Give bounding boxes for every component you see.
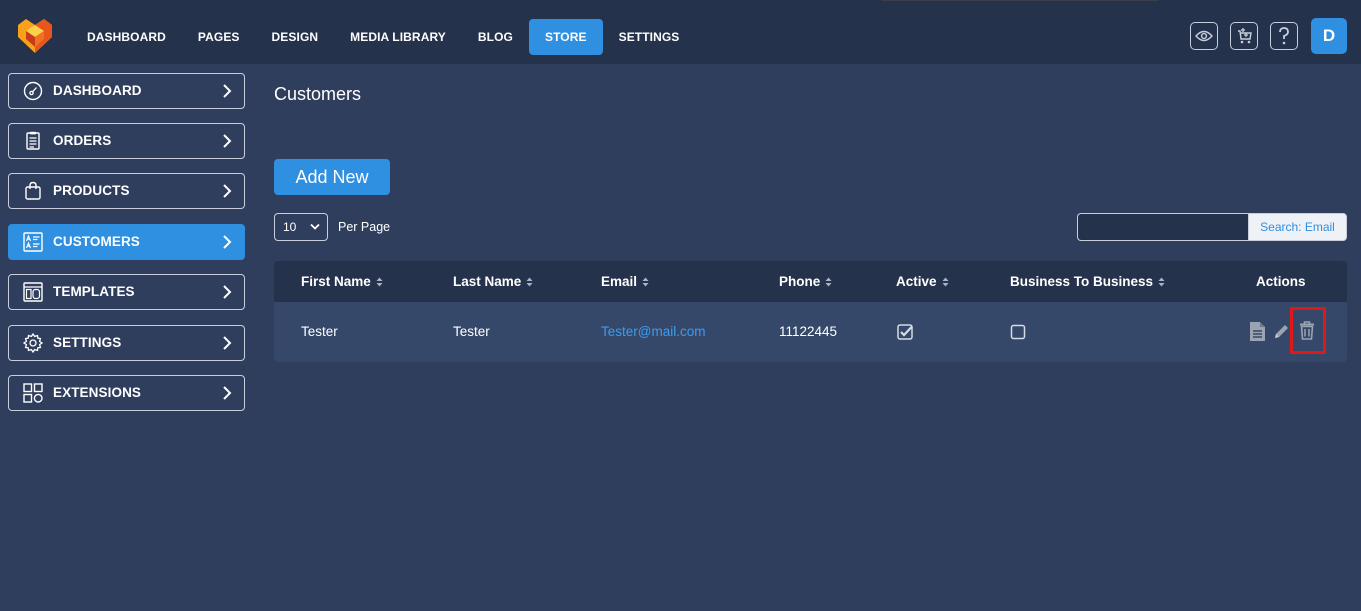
sidebar-item-label: DASHBOARD (53, 83, 142, 98)
sidebar-item-label: CUSTOMERS (53, 234, 140, 249)
top-bar: DASHBOARD PAGES DESIGN MEDIA LIBRARY BLO… (0, 0, 1361, 64)
cart-button[interactable] (1230, 22, 1258, 50)
active-checkbox-checked[interactable] (897, 324, 913, 340)
chevron-right-icon (223, 134, 232, 148)
delete-highlight-box (1290, 307, 1326, 354)
sidebar-item-label: EXTENSIONS (53, 385, 142, 400)
nav-settings[interactable]: SETTINGS (603, 19, 696, 55)
grid-icon (23, 383, 43, 403)
table-row: Tester Tester Tester@mail.com 11122445 (274, 302, 1347, 362)
table-header: First Name Last Name Email Phone Active … (274, 261, 1347, 302)
b2b-checkbox-unchecked[interactable] (1010, 324, 1026, 340)
chevron-right-icon (223, 184, 232, 198)
chevron-right-icon (223, 336, 232, 350)
per-page-value: 10 (283, 220, 297, 234)
template-icon (23, 282, 43, 302)
cell-phone: 11122445 (779, 324, 838, 339)
sort-icon (642, 277, 649, 287)
header-last-name[interactable]: Last Name (453, 261, 533, 302)
nav-media-library[interactable]: MEDIA LIBRARY (334, 19, 462, 55)
sidebar-item-extensions[interactable]: EXTENSIONS (8, 375, 245, 411)
top-nav: DASHBOARD PAGES DESIGN MEDIA LIBRARY BLO… (71, 19, 695, 55)
help-icon (1279, 27, 1289, 45)
receipt-icon (26, 131, 40, 150)
nav-pages[interactable]: PAGES (182, 19, 256, 55)
sidebar-item-label: SETTINGS (53, 335, 122, 350)
sidebar-item-settings[interactable]: SETTINGS (8, 325, 245, 361)
gauge-icon (23, 81, 43, 101)
chevron-right-icon (223, 84, 232, 98)
chevron-down-icon (310, 223, 320, 230)
chevron-right-icon (223, 285, 232, 299)
header-active[interactable]: Active (896, 261, 949, 302)
header-first-name[interactable]: First Name (301, 261, 383, 302)
chevron-right-icon (223, 235, 232, 249)
cell-email-link[interactable]: Tester@mail.com (601, 302, 705, 362)
sidebar-item-label: PRODUCTS (53, 183, 130, 198)
sidebar-item-label: TEMPLATES (53, 284, 135, 299)
customers-table: First Name Last Name Email Phone Active … (274, 261, 1347, 362)
sidebar-item-templates[interactable]: TEMPLATES (8, 274, 245, 310)
logo[interactable] (16, 17, 54, 55)
sort-icon (376, 277, 383, 287)
nav-store[interactable]: STORE (528, 19, 603, 55)
help-button[interactable] (1270, 22, 1298, 50)
header-phone[interactable]: Phone (779, 261, 832, 302)
view-document-icon[interactable] (1249, 321, 1266, 342)
header-email[interactable]: Email (601, 261, 649, 302)
search-button[interactable]: Search: Email (1248, 213, 1347, 241)
sort-icon (825, 277, 832, 287)
sidebar-item-label: ORDERS (53, 133, 112, 148)
eye-icon (1195, 30, 1213, 42)
customer-card-icon (23, 232, 43, 252)
preview-button[interactable] (1190, 22, 1218, 50)
chevron-right-icon (223, 386, 232, 400)
bag-icon (25, 181, 41, 200)
per-page-label: Per Page (338, 220, 391, 234)
sort-icon (942, 277, 949, 287)
sidebar-item-orders[interactable]: ORDERS (8, 123, 245, 159)
cell-last-name: Tester (453, 324, 490, 339)
header-actions: Actions (1256, 274, 1306, 289)
header-b2b[interactable]: Business To Business (1010, 261, 1165, 302)
nav-blog[interactable]: BLOG (462, 19, 529, 55)
sidebar-item-products[interactable]: PRODUCTS (8, 173, 245, 209)
nav-dashboard[interactable]: DASHBOARD (71, 19, 182, 55)
edit-pencil-icon[interactable] (1273, 323, 1290, 340)
search-input[interactable] (1077, 213, 1248, 241)
add-new-button[interactable]: Add New (274, 159, 390, 195)
avatar[interactable]: D (1311, 18, 1347, 54)
per-page-select[interactable]: 10 (274, 213, 328, 241)
cell-first-name: Tester (301, 324, 338, 339)
sidebar-item-dashboard[interactable]: DASHBOARD (8, 73, 245, 109)
nav-design[interactable]: DESIGN (256, 19, 335, 55)
cart-add-icon (1238, 28, 1252, 44)
gear-icon (23, 333, 43, 353)
sort-icon (526, 277, 533, 287)
page-title: Customers (274, 84, 362, 104)
tooltip-edge (880, 0, 1160, 1)
sort-icon (1158, 277, 1165, 287)
sidebar-item-customers[interactable]: CUSTOMERS (8, 224, 245, 260)
